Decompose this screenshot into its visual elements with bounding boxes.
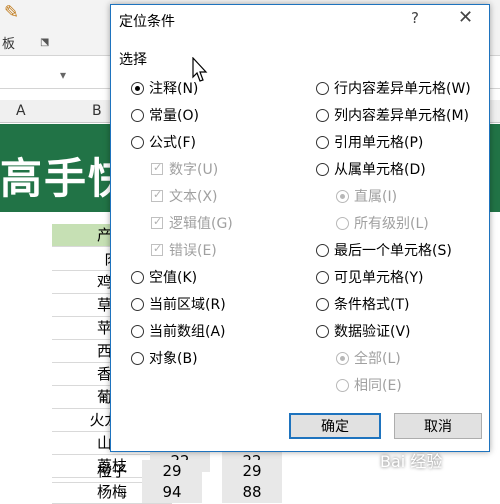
checkbox-numbers[interactable] xyxy=(151,161,163,175)
go-to-special-dialog: 定位条件 ? ✕ 选择 注释(N) 常量(O) 公式(F) 数字(U) 文本(X… xyxy=(110,4,490,452)
option-label[interactable]: 文本(X) xyxy=(169,186,218,206)
select-group-label: 选择 xyxy=(119,52,147,68)
option-label[interactable]: 全部(L) xyxy=(354,348,401,368)
option-label[interactable]: 引用单元格(P) xyxy=(334,132,423,152)
option-label[interactable]: 当前数组(A) xyxy=(149,321,226,341)
radio-dependents[interactable] xyxy=(316,163,329,176)
radio-visible-cells[interactable] xyxy=(316,271,329,284)
option-label[interactable]: 条件格式(T) xyxy=(334,294,409,314)
option-label[interactable]: 行内容差异单元格(W) xyxy=(334,78,471,98)
radio-column-differences[interactable] xyxy=(316,109,329,122)
cursor-arrow-icon xyxy=(192,57,208,82)
option-label[interactable]: 当前区域(R) xyxy=(149,294,226,314)
dialog-launcher-icon[interactable]: ⬔ xyxy=(40,37,49,48)
checkbox-logicals[interactable] xyxy=(151,215,163,229)
ribbon-group-label: 板 xyxy=(2,37,16,52)
option-label[interactable]: 对象(B) xyxy=(149,348,198,368)
column-header-a[interactable]: A xyxy=(16,103,26,119)
dialog-title: 定位条件 xyxy=(119,14,175,30)
radio-formulas[interactable] xyxy=(131,136,144,149)
option-label[interactable]: 列内容差异单元格(M) xyxy=(334,105,469,125)
option-label[interactable]: 数据验证(V) xyxy=(334,321,411,341)
option-label[interactable]: 公式(F) xyxy=(149,132,196,152)
radio-validation-all[interactable] xyxy=(336,352,349,365)
radio-direct-only[interactable] xyxy=(336,190,349,203)
radio-current-region[interactable] xyxy=(131,298,144,311)
radio-blanks[interactable] xyxy=(131,271,144,284)
table-cell[interactable]: 29 xyxy=(142,460,202,482)
option-label[interactable]: 常量(O) xyxy=(149,105,199,125)
radio-comments[interactable] xyxy=(131,82,144,95)
chevron-down-icon[interactable]: ▾ xyxy=(60,68,66,82)
table-cell[interactable]: 29 xyxy=(222,460,282,482)
option-label[interactable]: 错误(E) xyxy=(169,240,217,260)
radio-all-levels[interactable] xyxy=(336,217,349,230)
ok-button[interactable]: 确定 xyxy=(289,413,381,439)
option-label[interactable]: 空值(K) xyxy=(149,267,197,287)
cancel-button[interactable]: 取消 xyxy=(394,413,482,439)
column-header-b[interactable]: B xyxy=(92,103,102,119)
option-label[interactable]: 注释(N) xyxy=(149,78,198,98)
radio-objects[interactable] xyxy=(131,352,144,365)
radio-validation-same[interactable] xyxy=(336,379,349,392)
option-label[interactable]: 相同(E) xyxy=(354,375,402,395)
close-icon[interactable]: ✕ xyxy=(458,7,473,28)
radio-conditional-formats[interactable] xyxy=(316,298,329,311)
help-icon[interactable]: ? xyxy=(411,9,419,27)
radio-constants[interactable] xyxy=(131,109,144,122)
option-label[interactable]: 直属(I) xyxy=(354,186,397,206)
option-label[interactable]: 逻辑值(G) xyxy=(169,213,233,233)
option-label[interactable]: 可见单元格(Y) xyxy=(334,267,423,287)
radio-precedents[interactable] xyxy=(316,136,329,149)
radio-last-cell[interactable] xyxy=(316,244,329,257)
checkbox-errors[interactable] xyxy=(151,242,163,256)
radio-data-validation[interactable] xyxy=(316,325,329,338)
watermark: Bai 经验 xyxy=(380,452,443,471)
paint-icon[interactable]: ✎ xyxy=(4,2,19,23)
option-label[interactable]: 所有级别(L) xyxy=(354,213,429,233)
radio-row-differences[interactable] xyxy=(316,82,329,95)
option-label[interactable]: 从属单元格(D) xyxy=(334,159,426,179)
dialog-titlebar[interactable]: 定位条件 ? ✕ xyxy=(111,5,489,35)
option-label[interactable]: 数字(U) xyxy=(169,159,218,179)
radio-current-array[interactable] xyxy=(131,325,144,338)
option-label[interactable]: 最后一个单元格(S) xyxy=(334,240,452,260)
checkbox-text[interactable] xyxy=(151,188,163,202)
